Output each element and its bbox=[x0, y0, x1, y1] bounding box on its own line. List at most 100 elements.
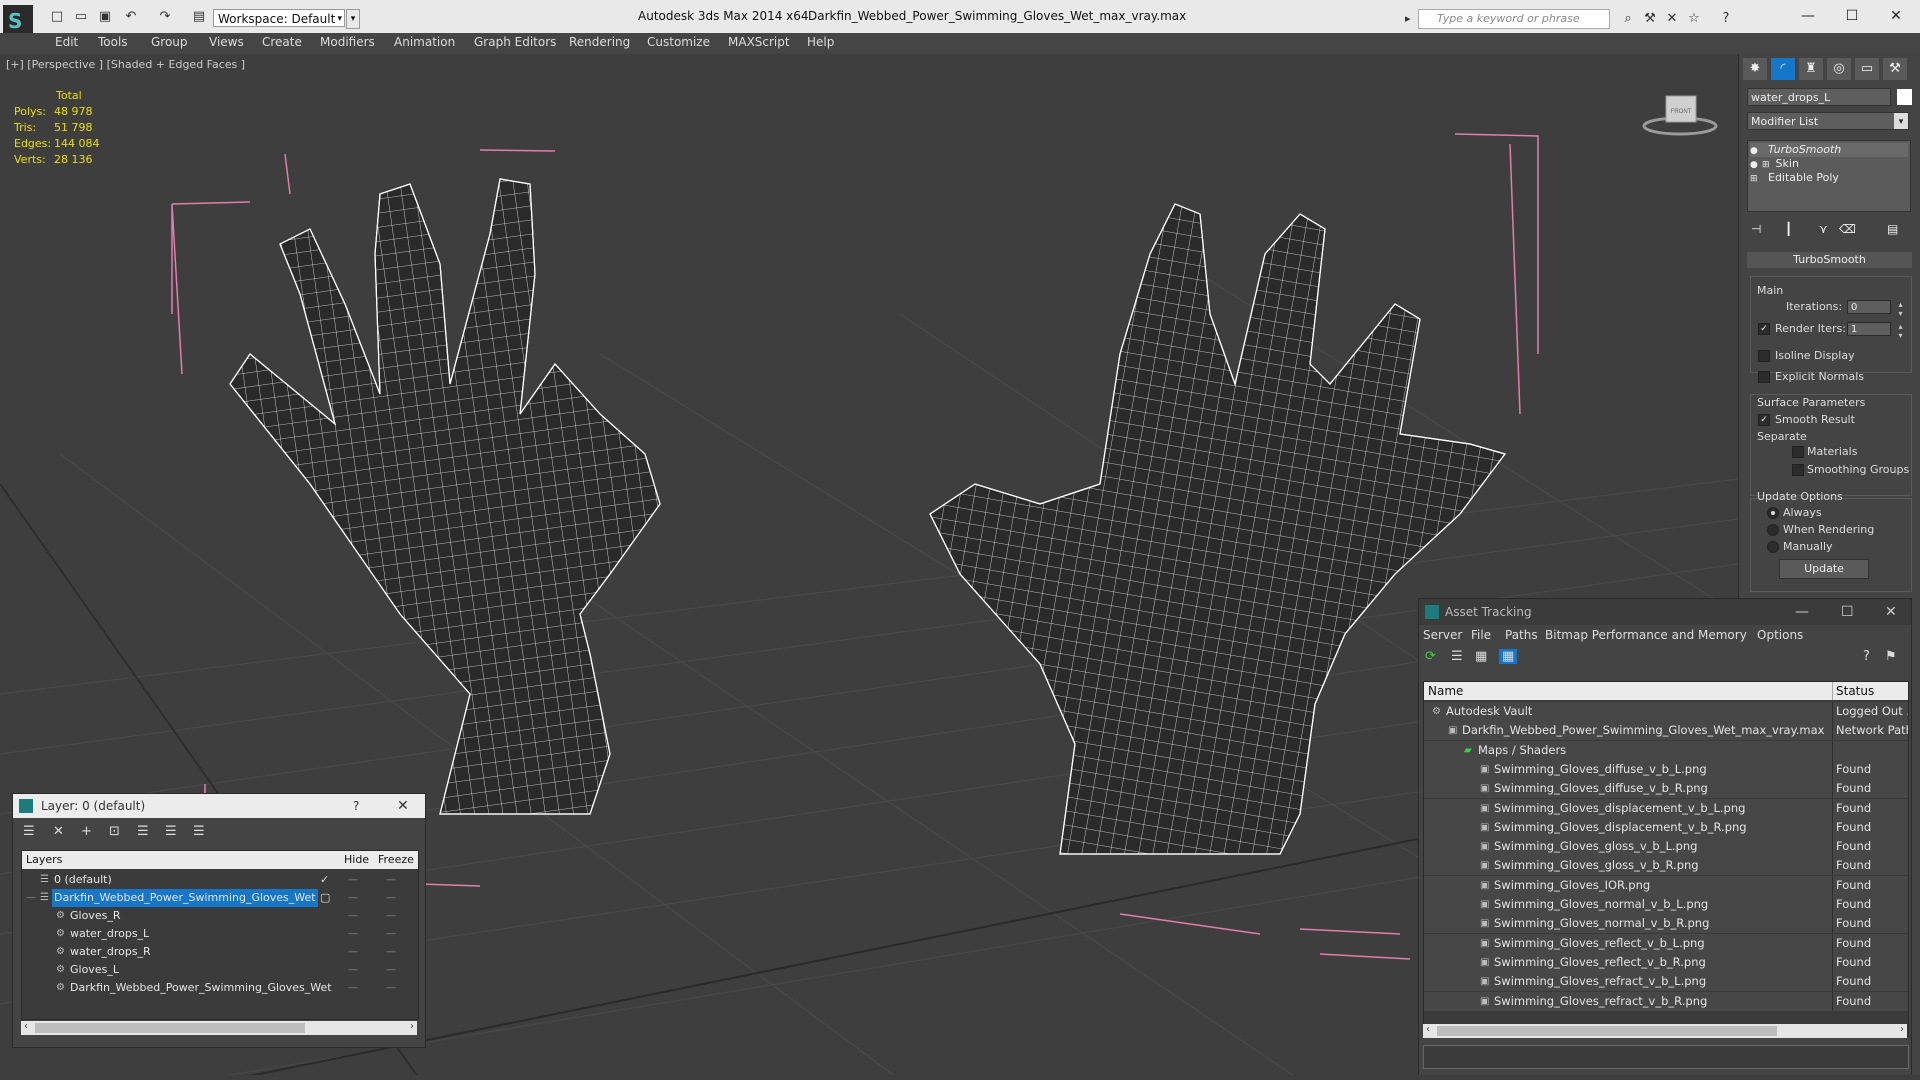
rollout-title[interactable]: TurboSmooth bbox=[1747, 252, 1912, 268]
menu-maxscript[interactable]: MAXScript bbox=[728, 35, 790, 49]
object-color-swatch[interactable] bbox=[1897, 89, 1912, 105]
menu-edit[interactable]: Edit bbox=[55, 35, 78, 49]
select-objects-icon[interactable]: ⊡ bbox=[109, 824, 120, 839]
menu-animation[interactable]: Animation bbox=[394, 35, 455, 49]
search-input[interactable]: Type a keyword or phrase bbox=[1405, 9, 1610, 29]
menu-create[interactable]: Create bbox=[262, 35, 302, 49]
minimize-button[interactable]: — bbox=[1788, 6, 1828, 26]
table-view-icon[interactable]: ▦ bbox=[1499, 649, 1518, 664]
asset-row[interactable]: ▣ Swimming_Gloves_IOR.png Found bbox=[1424, 875, 1908, 896]
layer-row[interactable]: ⚙ water_drops_R ---- ---- bbox=[22, 943, 418, 961]
communication-icon[interactable]: ✕ bbox=[1664, 11, 1680, 27]
viewport-label[interactable]: [+] [Perspective ] [Shaded + Edged Faces… bbox=[6, 58, 245, 71]
stack-item-turbosmooth[interactable]: ● TurboSmooth bbox=[1750, 143, 1908, 157]
menu-help[interactable]: Help bbox=[807, 35, 834, 49]
menu-group[interactable]: Group bbox=[151, 35, 188, 49]
hierarchy-tab-icon[interactable]: ♜ bbox=[1799, 58, 1823, 80]
binoculars-icon[interactable]: ⌕ bbox=[1620, 11, 1636, 27]
pin-stack-icon[interactable]: ⊣ bbox=[1751, 222, 1761, 236]
asset-row[interactable]: ▣ Swimming_Gloves_reflect_v_b_R.png Found bbox=[1424, 952, 1908, 973]
viewcube[interactable]: FRONT bbox=[1640, 90, 1720, 140]
asset-row[interactable]: ▣ Swimming_Gloves_refract_v_b_R.png Found bbox=[1424, 991, 1908, 1012]
asset-menu-server[interactable]: Server bbox=[1423, 628, 1462, 642]
asset-row[interactable]: ▣ Swimming_Gloves_diffuse_v_b_R.png Found bbox=[1424, 779, 1908, 800]
asset-menu-file[interactable]: File bbox=[1471, 628, 1491, 642]
layer-row[interactable]: ⚙ Darkfin_Webbed_Power_Swimming_Gloves_We… bbox=[22, 979, 418, 997]
asset-dialog-titlebar[interactable]: Asset Tracking — ☐ ✕ bbox=[1419, 599, 1911, 625]
col-layers[interactable]: Layers bbox=[26, 851, 62, 869]
new-file-icon[interactable]: □ bbox=[48, 9, 66, 25]
scrollbar-thumb[interactable] bbox=[1437, 1026, 1777, 1036]
asset-row[interactable]: ▣ Swimming_Gloves_normal_v_b_L.png Found bbox=[1424, 895, 1908, 915]
menu-rendering[interactable]: Rendering bbox=[569, 35, 630, 49]
maximize-button[interactable]: ☐ bbox=[1832, 6, 1872, 26]
iterations-spinner[interactable]: 0 bbox=[1847, 300, 1904, 318]
stack-item-skin[interactable]: ● ⊞ Skin bbox=[1750, 157, 1799, 171]
render-iters-spinner[interactable]: 1 bbox=[1847, 322, 1904, 340]
project-folder-icon[interactable]: ▤ bbox=[190, 9, 208, 25]
layer-row[interactable]: — ☰ Darkfin_Webbed_Power_Swimming_Gloves_W… bbox=[22, 889, 418, 907]
layer-row[interactable]: ⚙ water_drops_L ---- ---- bbox=[22, 925, 418, 943]
help-icon[interactable]: ? bbox=[1718, 11, 1734, 27]
remove-modifier-icon[interactable]: ⌫ bbox=[1839, 222, 1856, 236]
thumbnail-view-icon[interactable]: ▦ bbox=[1475, 649, 1487, 664]
object-name-field[interactable]: water_drops_L bbox=[1747, 88, 1891, 106]
smooth-result-checkbox[interactable]: ✓ bbox=[1758, 414, 1770, 426]
asset-menu-paths[interactable]: Paths bbox=[1505, 628, 1538, 642]
open-file-icon[interactable]: ▭ bbox=[72, 9, 90, 25]
save-file-icon[interactable]: ▣ bbox=[96, 9, 114, 25]
delete-layer-icon[interactable]: ✕ bbox=[53, 824, 64, 839]
asset-row[interactable]: ⚙ Autodesk Vault Logged Out ... bbox=[1424, 702, 1908, 722]
asset-menu-bitmap[interactable]: Bitmap Performance and Memory bbox=[1545, 628, 1747, 642]
layer-row[interactable]: ⚙ Gloves_R ---- ---- bbox=[22, 907, 418, 925]
close-button[interactable]: ✕ bbox=[1885, 599, 1897, 625]
smoothing-groups-checkbox[interactable] bbox=[1792, 464, 1804, 476]
asset-menu-options[interactable]: Options bbox=[1757, 628, 1803, 642]
favorites-star-icon[interactable]: ☆ bbox=[1686, 11, 1702, 27]
scrollbar-thumb[interactable] bbox=[35, 1023, 305, 1033]
when-rendering-radio[interactable] bbox=[1767, 524, 1779, 536]
workspace-menu-button[interactable]: ▾ bbox=[346, 9, 360, 29]
asset-horizontal-scrollbar[interactable]: ‹ › bbox=[1423, 1024, 1907, 1038]
asset-row[interactable]: ▣ Darkfin_Webbed_Power_Swimming_Gloves_We… bbox=[1424, 721, 1908, 742]
hide-all-layers-icon[interactable]: ☰ bbox=[165, 824, 177, 839]
asset-row[interactable]: ▣ Swimming_Gloves_refract_v_b_L.png Found bbox=[1424, 972, 1908, 993]
always-radio[interactable] bbox=[1767, 507, 1779, 519]
explicit-normals-checkbox[interactable] bbox=[1758, 371, 1770, 383]
add-selection-icon[interactable]: + bbox=[81, 824, 92, 839]
help-button[interactable]: ? bbox=[353, 794, 359, 818]
refresh-icon[interactable]: ⟳ bbox=[1425, 649, 1436, 664]
redo-icon[interactable]: ↷ bbox=[156, 9, 174, 25]
asset-row[interactable]: ▣ Swimming_Gloves_displacement_v_b_L.png F… bbox=[1424, 798, 1908, 819]
asset-row[interactable]: ▣ Swimming_Gloves_gloss_v_b_L.png Found bbox=[1424, 837, 1908, 858]
col-name[interactable]: Name bbox=[1428, 682, 1463, 700]
menu-views[interactable]: Views bbox=[209, 35, 244, 49]
asset-row[interactable]: ▰ Maps / Shaders bbox=[1424, 740, 1908, 761]
close-icon[interactable]: ✕ bbox=[397, 794, 409, 818]
motion-tab-icon[interactable]: ◎ bbox=[1827, 58, 1851, 80]
menu-graph-editors[interactable]: Graph Editors bbox=[474, 35, 556, 49]
freeze-all-layers-icon[interactable]: ☰ bbox=[193, 824, 205, 839]
layer-row[interactable]: ⚙ Gloves_L ---- ---- bbox=[22, 961, 418, 979]
help-icon[interactable]: ? bbox=[1863, 649, 1870, 664]
make-unique-icon[interactable]: ⋎ bbox=[1819, 222, 1828, 236]
menu-tools[interactable]: Tools bbox=[98, 35, 128, 49]
modifier-list-dropdown[interactable]: Modifier List ▾ bbox=[1747, 112, 1909, 130]
menu-modifiers[interactable]: Modifiers bbox=[320, 35, 375, 49]
manually-radio[interactable] bbox=[1767, 541, 1779, 553]
isoline-checkbox[interactable] bbox=[1758, 350, 1770, 362]
stack-item-editable-poly[interactable]: ⊞ Editable Poly bbox=[1750, 171, 1839, 185]
asset-row[interactable]: ▣ Swimming_Gloves_gloss_v_b_R.png Found bbox=[1424, 856, 1908, 877]
asset-status-field[interactable] bbox=[1423, 1045, 1909, 1069]
show-end-result-icon[interactable]: ┃ bbox=[1785, 222, 1792, 236]
asset-row[interactable]: ▣ Swimming_Gloves_normal_v_b_R.png Found bbox=[1424, 914, 1908, 935]
minimize-button[interactable]: — bbox=[1795, 599, 1809, 625]
modify-tab-icon[interactable]: ◜ bbox=[1771, 58, 1795, 80]
dock-icon[interactable]: ⚑ bbox=[1885, 649, 1897, 664]
asset-row[interactable]: ▣ Swimming_Gloves_diffuse_v_b_L.png Found bbox=[1424, 759, 1908, 780]
configure-modifier-sets-icon[interactable]: ▤ bbox=[1887, 222, 1898, 236]
close-button[interactable]: ✕ bbox=[1876, 6, 1916, 26]
render-iters-checkbox[interactable]: ✓ bbox=[1758, 323, 1770, 335]
create-layer-icon[interactable]: ☰ bbox=[23, 824, 35, 839]
list-view-icon[interactable]: ☰ bbox=[1451, 649, 1463, 664]
